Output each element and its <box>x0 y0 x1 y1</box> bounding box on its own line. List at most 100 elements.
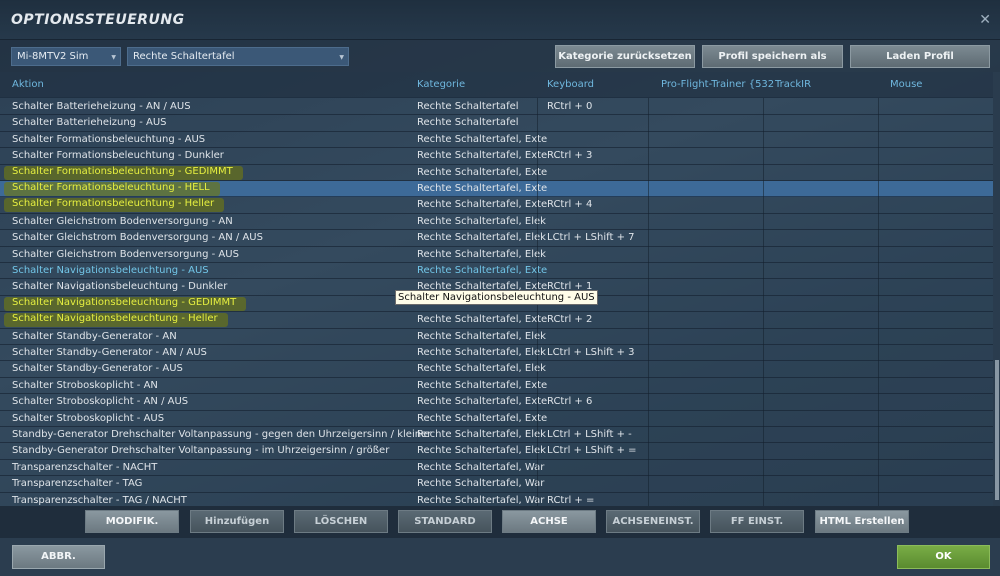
action-bar: MODIFIK. Hinzufügen LÖSCHEN STANDARD ACH… <box>0 506 1000 538</box>
table-row[interactable]: Schalter Stroboskoplicht - AN / AUS Recht… <box>0 394 993 411</box>
axis-settings-button[interactable]: ACHSENEINST. <box>606 510 700 533</box>
table-row[interactable]: Schalter Navigationsbeleuchtung - Heller… <box>0 312 993 329</box>
table-row[interactable]: Transparenzschalter - NACHT Rechte Schalt… <box>0 460 993 477</box>
table-row[interactable]: Schalter Formationsbeleuchtung - Heller R… <box>0 197 993 214</box>
row-category: Rechte Schaltertafel, Elek <box>417 232 546 244</box>
row-category: Rechte Schaltertafel, Exte <box>417 166 548 178</box>
table-row[interactable]: Transparenzschalter - TAG Rechte Schalter… <box>0 476 993 493</box>
row-keyboard: RCtrl + 6 <box>547 396 593 408</box>
table-row[interactable]: Schalter Formationsbeleuchtung - Dunkler… <box>0 148 993 165</box>
row-category: Rechte Schaltertafel, Elek <box>417 248 546 260</box>
table-row[interactable]: Schalter Stroboskoplicht - AUS Rechte Sch… <box>0 411 993 427</box>
chevron-down-icon: ▼ <box>111 54 116 61</box>
close-icon[interactable]: ✕ <box>979 12 991 28</box>
row-category: Rechte Schaltertafel, War <box>417 478 545 490</box>
table-row[interactable]: Schalter Formationsbeleuchtung - AUS Rech… <box>0 132 993 149</box>
column-header-pro-flight-trainer[interactable]: Pro-Flight-Trainer {532 <box>661 79 774 90</box>
row-category: Rechte Schaltertafel, Elek <box>417 445 546 457</box>
column-header-trackir[interactable]: TrackIR <box>775 79 811 90</box>
table-header: Aktion Kategorie Keyboard Pro-Flight-Tra… <box>0 72 993 98</box>
table-row[interactable]: Schalter Gleichstrom Bodenversorgung - A… <box>0 247 993 263</box>
row-keyboard: LCtrl + LShift + 3 <box>547 347 635 358</box>
cancel-button[interactable]: ABBR. <box>12 545 105 569</box>
load-profile-button[interactable]: Laden Profil <box>850 45 990 68</box>
row-action: Schalter Stroboskoplicht - AN <box>12 379 158 391</box>
row-category: Rechte Schaltertafel, Exte <box>417 314 548 326</box>
title-bar: OPTIONSSTEUERUNG ✕ <box>0 0 1000 40</box>
row-category: Rechte Schaltertafel, Exte <box>417 133 548 145</box>
table-row[interactable]: Schalter Gleichstrom Bodenversorgung - A… <box>0 230 993 247</box>
modify-button[interactable]: MODIFIK. <box>85 510 179 533</box>
column-divider <box>763 98 764 506</box>
toolbar: Mi-8MTV2 Sim ▼ Rechte Schaltertafel ▼ Kate… <box>0 40 1000 72</box>
table-row[interactable]: Schalter Navigationsbeleuchtung - AUS Rec… <box>0 263 993 280</box>
create-html-button[interactable]: HTML Erstellen <box>815 510 909 533</box>
table-row[interactable]: Schalter Standby-Generator - AN Rechte Sc… <box>0 329 993 345</box>
table-row[interactable]: Schalter Batterieheizung - AN / AUS Recht… <box>0 99 993 116</box>
table-row[interactable]: Schalter Standby-Generator - AUS Rechte S… <box>0 361 993 378</box>
aircraft-select-value: Mi-8MTV2 Sim <box>17 51 89 62</box>
window-title: OPTIONSSTEUERUNG <box>11 12 185 28</box>
column-divider <box>878 98 879 506</box>
table-row[interactable]: Schalter Gleichstrom Bodenversorgung - A… <box>0 214 993 231</box>
axis-button[interactable]: ACHSE <box>502 510 596 533</box>
delete-button[interactable]: LÖSCHEN <box>294 510 388 533</box>
ok-button[interactable]: OK <box>897 545 990 569</box>
row-action: Schalter Formationsbeleuchtung - Heller <box>4 198 225 213</box>
row-action: Standby-Generator Drehschalter Voltanpas… <box>12 429 432 440</box>
column-header-category[interactable]: Kategorie <box>417 79 465 90</box>
row-category: Rechte Schaltertafel, Elek <box>417 347 546 358</box>
row-action: Schalter Batterieheizung - AN / AUS <box>12 101 191 112</box>
row-category: Rechte Schaltertafel, War <box>417 461 545 473</box>
row-category: Rechte Schaltertafel, Exte <box>417 199 548 211</box>
row-action: Schalter Stroboskoplicht - AUS <box>12 412 165 424</box>
row-action: Schalter Formationsbeleuchtung - AUS <box>12 133 206 145</box>
row-category: Rechte Schaltertafel, Exte <box>417 396 548 408</box>
default-button[interactable]: STANDARD <box>398 510 492 533</box>
tooltip: Schalter Navigationsbeleuchtung - AUS <box>395 290 598 305</box>
table-row[interactable]: Schalter Formationsbeleuchtung - HELL Rec… <box>0 181 993 198</box>
row-category: Rechte Schaltertafel, War <box>417 494 545 506</box>
row-action: Transparenzschalter - TAG / NACHT <box>12 494 187 506</box>
row-category: Rechte Schaltertafel, Exte <box>417 412 548 424</box>
scrollbar-thumb[interactable] <box>995 360 999 500</box>
row-category: Rechte Schaltertafel, Exte <box>417 379 548 391</box>
table-row[interactable]: Schalter Batterieheizung - AUS Rechte Sch… <box>0 115 993 132</box>
add-button[interactable]: Hinzufügen <box>190 510 284 533</box>
row-keyboard: LCtrl + LShift + = <box>547 445 637 457</box>
row-action: Schalter Formationsbeleuchtung - GEDIMMT <box>4 165 243 180</box>
row-keyboard: RCtrl + 3 <box>547 150 593 162</box>
row-keyboard: LCtrl + LShift + 7 <box>547 232 635 244</box>
column-header-action[interactable]: Aktion <box>12 79 44 90</box>
table-row[interactable]: Schalter Standby-Generator - AN / AUS Rec… <box>0 345 993 362</box>
aircraft-select[interactable]: Mi-8MTV2 Sim ▼ <box>11 47 121 66</box>
category-select[interactable]: Rechte Schaltertafel ▼ <box>127 47 349 66</box>
bindings-table: Aktion Kategorie Keyboard Pro-Flight-Tra… <box>0 72 993 509</box>
column-divider <box>648 98 649 506</box>
row-category: Rechte Schaltertafel, Elek <box>417 429 546 440</box>
row-action: Schalter Standby-Generator - AN / AUS <box>12 347 207 358</box>
table-row[interactable]: Standby-Generator Drehschalter Voltanpas… <box>0 443 993 460</box>
reset-category-button[interactable]: Kategorie zurücksetzen <box>555 45 695 68</box>
row-action: Schalter Navigationsbeleuchtung - Heller <box>4 313 228 328</box>
table-row[interactable]: Schalter Formationsbeleuchtung - GEDIMMT… <box>0 165 993 181</box>
chevron-down-icon: ▼ <box>339 54 344 61</box>
save-profile-button[interactable]: Profil speichern als <box>702 45 843 68</box>
row-action: Schalter Standby-Generator - AN <box>12 330 177 342</box>
row-action: Schalter Gleichstrom Bodenversorgung - A… <box>12 232 263 244</box>
row-keyboard: RCtrl + 4 <box>547 199 593 211</box>
table-row[interactable]: Standby-Generator Drehschalter Voltanpas… <box>0 427 993 444</box>
row-action: Schalter Gleichstrom Bodenversorgung - A… <box>12 248 239 260</box>
row-action: Schalter Formationsbeleuchtung - Dunkler <box>12 150 224 162</box>
row-keyboard: RCtrl + 2 <box>547 314 593 326</box>
row-action: Standby-Generator Drehschalter Voltanpas… <box>12 445 390 457</box>
row-category: Rechte Schaltertafel, Elek <box>417 330 546 342</box>
column-header-mouse[interactable]: Mouse <box>890 79 922 90</box>
row-category: Rechte Schaltertafel <box>417 117 519 129</box>
row-category: Rechte Schaltertafel, Exte <box>417 150 548 162</box>
row-action: Transparenzschalter - TAG <box>12 478 143 490</box>
table-row[interactable]: Schalter Stroboskoplicht - AN Rechte Scha… <box>0 378 993 395</box>
column-header-keyboard[interactable]: Keyboard <box>547 79 594 90</box>
category-select-value: Rechte Schaltertafel <box>133 51 235 62</box>
ff-settings-button[interactable]: FF EINST. <box>710 510 804 533</box>
